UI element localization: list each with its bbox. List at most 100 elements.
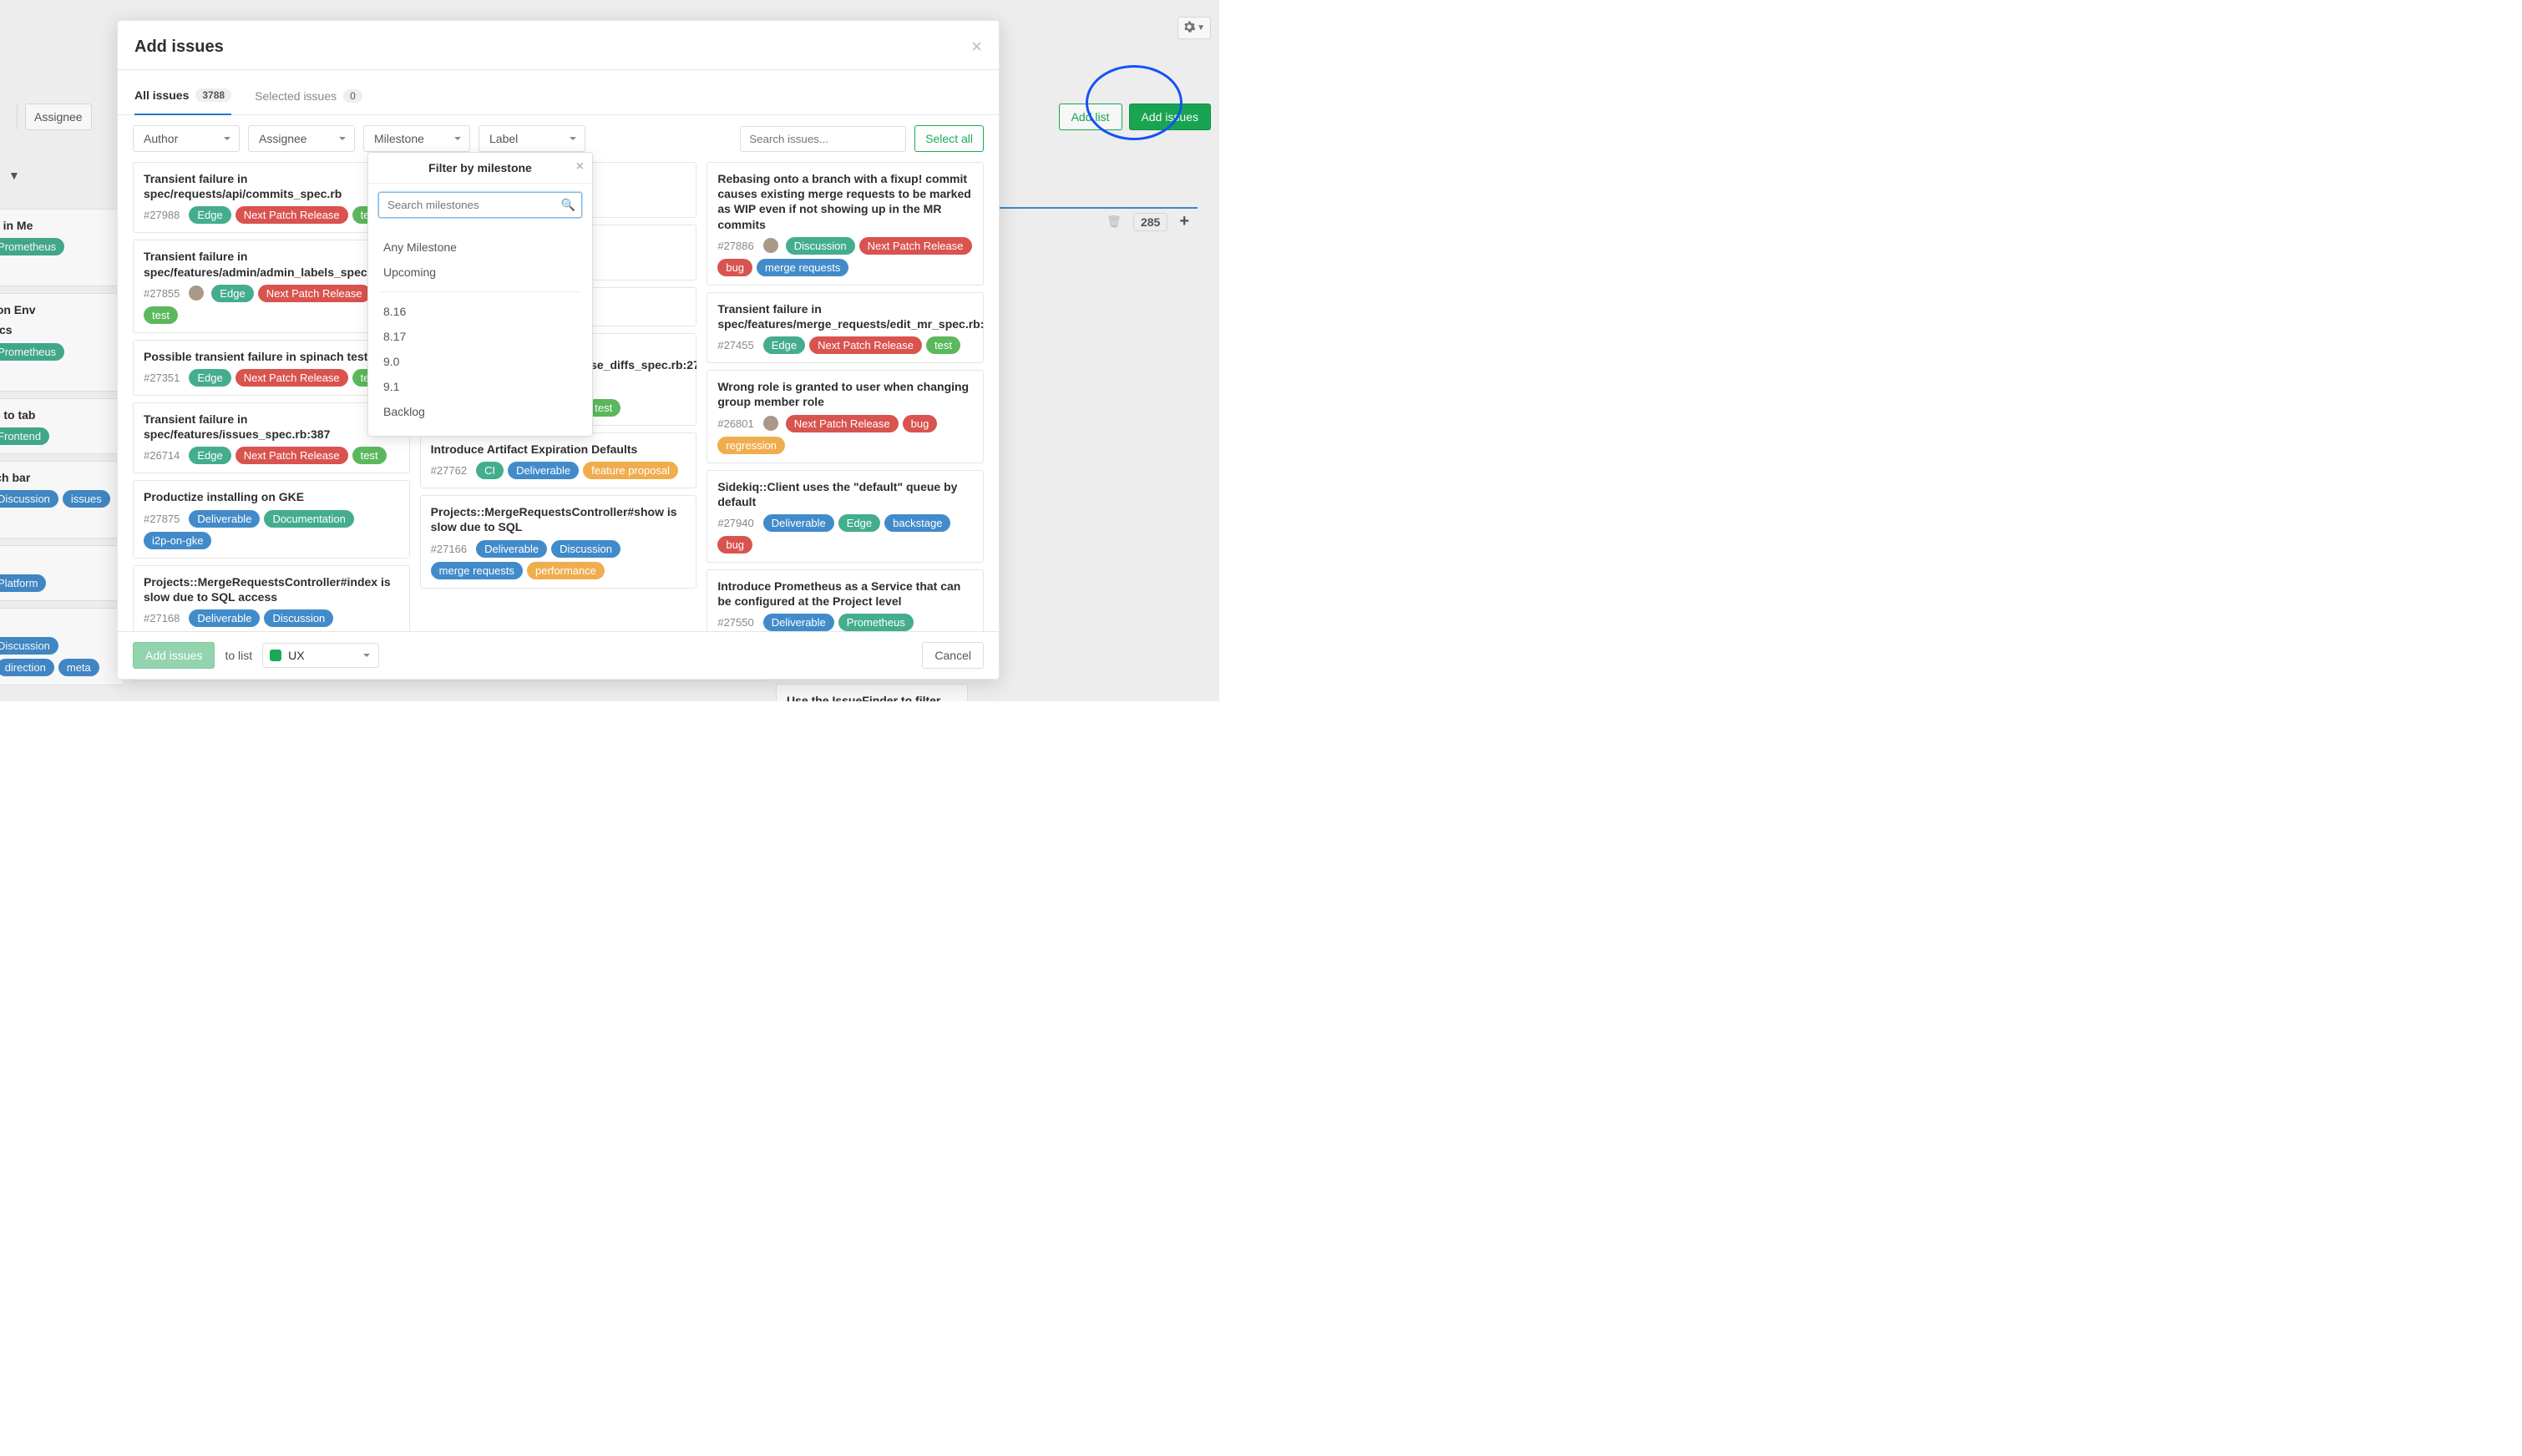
label-badge[interactable]: Edge	[189, 447, 230, 464]
label-badge[interactable]: Edge	[189, 369, 230, 387]
card-title: Rebasing onto a branch with a fixup! com…	[717, 171, 973, 232]
modal-header: Add issues ×	[118, 21, 999, 70]
card-meta: #27886 DiscussionNext Patch Release bugmer…	[717, 237, 973, 276]
label-dropdown[interactable]: Label	[479, 125, 585, 152]
milestone-option[interactable]: 8.17	[368, 324, 592, 349]
label-badge[interactable]: test	[926, 336, 960, 354]
assignee-avatar[interactable]	[763, 238, 778, 253]
add-issues-submit-button[interactable]: Add issues	[133, 642, 215, 669]
issue-card[interactable]: Transient failure in spec/features/merge…	[706, 292, 984, 363]
assignee-avatar[interactable]	[763, 416, 778, 431]
search-issues-input[interactable]	[740, 126, 906, 152]
label-badge[interactable]: Edge	[211, 285, 253, 302]
label-badge[interactable]: bug	[717, 536, 752, 554]
issue-card[interactable]: Wrong role is granted to user when chang…	[706, 370, 984, 463]
label-badge[interactable]: Deliverable	[763, 514, 834, 532]
issue-iid: #27762	[431, 464, 467, 477]
label-badge[interactable]: bug	[717, 259, 752, 276]
popover-separator	[378, 291, 582, 292]
issue-iid: #27455	[717, 339, 753, 351]
card-meta: #26801Next Patch Releasebugregression	[717, 415, 973, 454]
issue-iid: #27940	[717, 517, 753, 529]
issue-iid: #27855	[144, 287, 180, 300]
label-badge[interactable]: backstage	[884, 514, 950, 532]
label-badge[interactable]: Discussion	[551, 540, 620, 558]
tab-all-issues[interactable]: All issues 3788	[134, 80, 231, 115]
label-badge[interactable]: i2p-on-gke	[144, 532, 211, 549]
milestone-option[interactable]: Any Milestone	[368, 235, 592, 260]
label-badge[interactable]: Prometheus	[838, 614, 914, 631]
label-badge[interactable]: CI	[476, 462, 504, 479]
card-meta: #27168DeliverableDiscussionmerge request…	[144, 609, 399, 631]
assignee-dropdown[interactable]: Assignee	[248, 125, 355, 152]
issue-card[interactable]: Rebasing onto a branch with a fixup! com…	[706, 162, 984, 286]
popover-title: Filter by milestone	[428, 161, 532, 174]
tab-count: 0	[343, 89, 362, 103]
label-badge[interactable]: performance	[527, 562, 605, 579]
label-badge[interactable]: regression	[717, 437, 785, 454]
label-badge[interactable]: Deliverable	[189, 510, 260, 528]
target-list-dropdown[interactable]: UX	[262, 643, 379, 668]
label-badge[interactable]: Next Patch Release	[809, 336, 922, 354]
label-badge[interactable]: feature proposal	[583, 462, 678, 479]
label-badge[interactable]: test	[144, 306, 178, 324]
label-badge[interactable]: Edge	[189, 206, 230, 224]
card-meta: #27988EdgeNext Patch Releasetest	[144, 206, 399, 224]
milestone-option[interactable]: Backlog	[368, 399, 592, 424]
popover-list: Any MilestoneUpcoming 8.168.179.09.1Back…	[368, 226, 592, 436]
milestone-option[interactable]: Upcoming	[368, 260, 592, 285]
issue-card[interactable]: Productize installing on GKE#27875Delive…	[133, 480, 410, 558]
close-icon[interactable]: ×	[576, 159, 584, 174]
issue-card[interactable]: Introduce Artifact Expiration Defaults #2…	[420, 432, 697, 488]
label-badge[interactable]: Edge	[763, 336, 805, 354]
search-icon: 🔍	[561, 198, 575, 212]
label-badge[interactable]: Discussion	[264, 609, 333, 627]
assignee-avatar[interactable]	[189, 286, 204, 301]
label-badge[interactable]: Discussion	[786, 237, 855, 255]
label-badge[interactable]: Deliverable	[508, 462, 579, 479]
issue-iid: #26714	[144, 449, 180, 462]
milestone-option[interactable]: 8.16	[368, 299, 592, 324]
issue-iid: #27886	[717, 240, 753, 252]
label-badge[interactable]: Next Patch Release	[258, 285, 371, 302]
issue-card[interactable]: Sidekiq::Client uses the "default" queue…	[706, 470, 984, 563]
label-badge[interactable]: Edge	[838, 514, 880, 532]
label-badge[interactable]: merge requests	[757, 259, 848, 276]
label-badge[interactable]: merge requests	[431, 562, 523, 579]
milestone-option[interactable]: 9.1	[368, 374, 592, 399]
issue-card[interactable]: Projects::MergeRequestsController#show i…	[420, 495, 697, 588]
issue-card[interactable]: Introduce Prometheus as a Service that c…	[706, 569, 984, 631]
issue-iid: #27875	[144, 513, 180, 525]
label-badge[interactable]: Deliverable	[476, 540, 547, 558]
modal-tabs: All issues 3788 Selected issues 0	[118, 70, 999, 115]
label-badge[interactable]: Next Patch Release	[859, 237, 972, 255]
label-badge[interactable]: Next Patch Release	[235, 447, 348, 464]
issue-card[interactable]: Projects::MergeRequestsController#index …	[133, 565, 410, 632]
tab-selected-issues[interactable]: Selected issues 0	[255, 80, 362, 114]
milestone-search-input[interactable]	[378, 192, 582, 218]
label-badge[interactable]: bug	[903, 415, 938, 432]
card-meta: #27166 DeliverableDiscussion merge request…	[431, 540, 686, 579]
close-icon[interactable]: ×	[971, 36, 982, 58]
card-meta: #26714 Edge Next Patch Releasetest	[144, 447, 399, 464]
popover-header: Filter by milestone ×	[368, 153, 592, 184]
issue-iid: #27166	[431, 543, 467, 555]
cancel-button[interactable]: Cancel	[922, 642, 984, 669]
label-badge[interactable]: test	[352, 447, 387, 464]
card-meta: #27875 DeliverableDocumentation i2p-on-gke	[144, 510, 399, 549]
card-meta: #27351EdgeNext Patch Releasetest	[144, 369, 399, 387]
select-all-button[interactable]: Select all	[914, 125, 984, 152]
label-badge[interactable]: Documentation	[264, 510, 353, 528]
milestone-option[interactable]: 9.0	[368, 349, 592, 374]
card-title: Introduce Artifact Expiration Defaults	[431, 442, 686, 457]
card-title: Wrong role is granted to user when chang…	[717, 379, 973, 409]
milestone-dropdown[interactable]: Milestone	[363, 125, 470, 152]
author-dropdown[interactable]: Author	[133, 125, 240, 152]
label-badge[interactable]: Deliverable	[189, 609, 260, 627]
label-badge[interactable]: Next Patch Release	[786, 415, 899, 432]
label-badge[interactable]: Deliverable	[763, 614, 834, 631]
label-badge[interactable]: Next Patch Release	[235, 369, 348, 387]
tab-label: All issues	[134, 88, 189, 102]
label-badge[interactable]: Next Patch Release	[235, 206, 348, 224]
tab-count: 3788	[195, 88, 231, 102]
